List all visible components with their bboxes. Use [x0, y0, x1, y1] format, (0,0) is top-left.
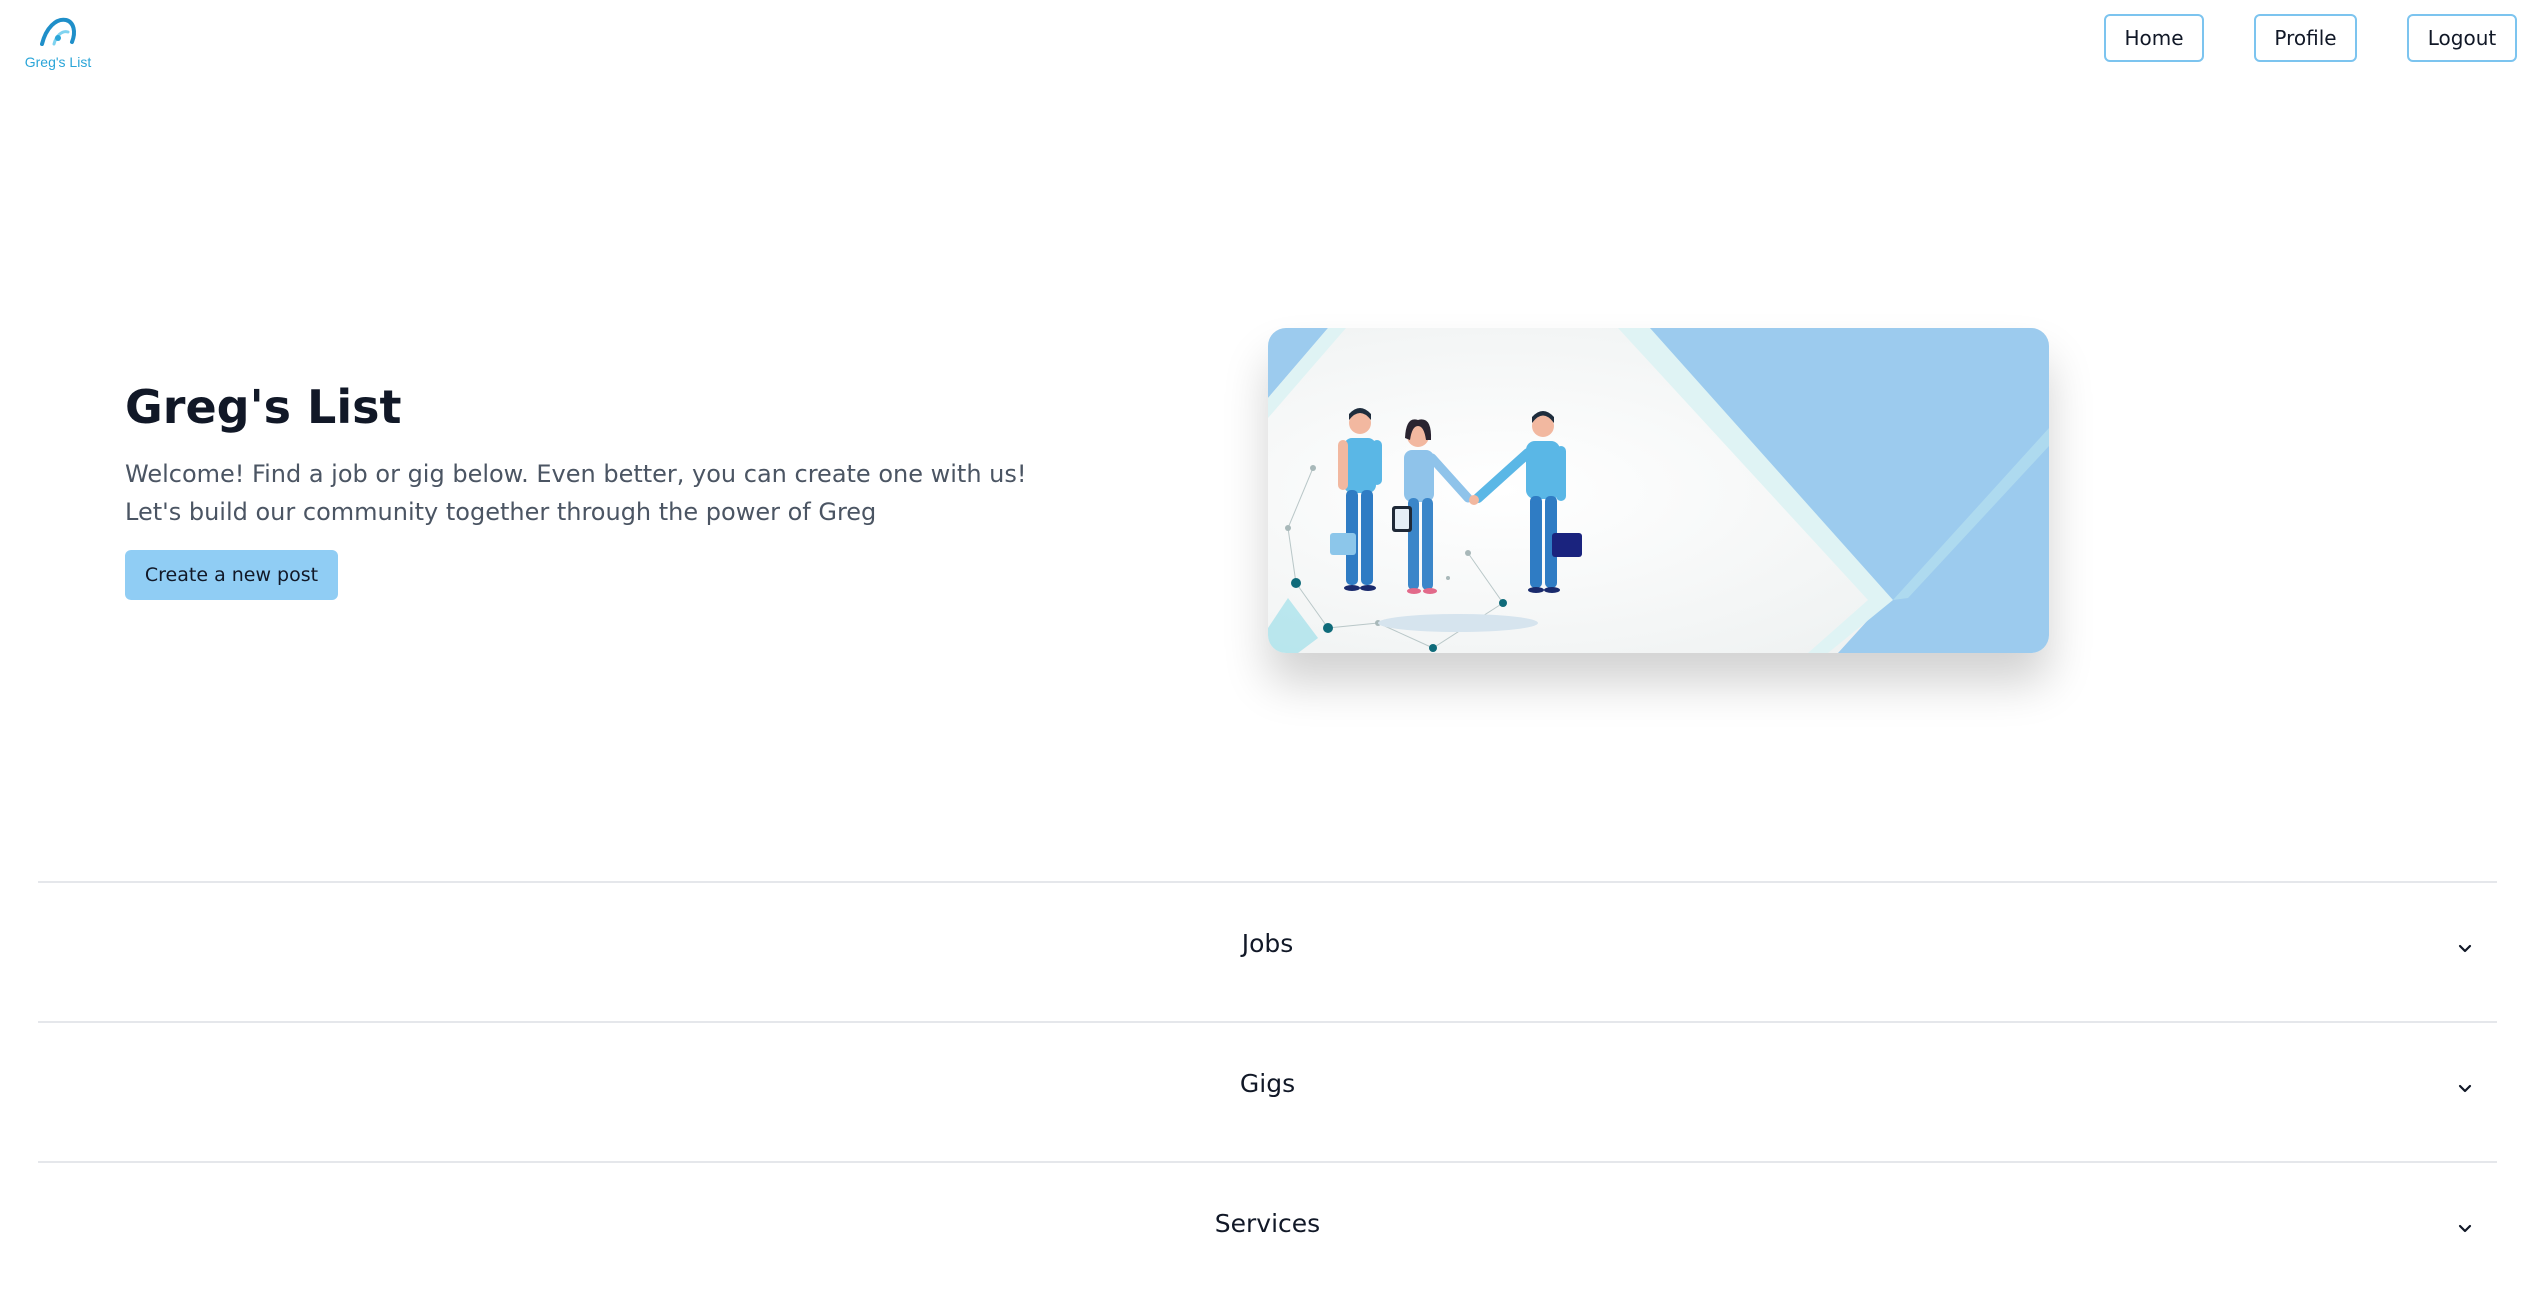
accordion-item-gigs[interactable]: Gigs: [38, 1021, 2497, 1161]
accordion-label: Services: [1214, 1209, 1321, 1238]
logo-text: Greg's List: [24, 54, 92, 70]
logout-button[interactable]: Logout: [2407, 14, 2517, 62]
people-handshake-illustration: [1268, 328, 2049, 653]
site-logo[interactable]: Greg's List: [24, 14, 92, 70]
logo-icon: [40, 17, 76, 46]
chevron-down-icon[interactable]: [2455, 939, 2475, 959]
accordion-item-jobs[interactable]: Jobs: [38, 881, 2497, 1021]
create-post-button[interactable]: Create a new post: [125, 550, 338, 600]
chevron-down-icon[interactable]: [2455, 1219, 2475, 1239]
accordion-item-services[interactable]: Services: [38, 1161, 2497, 1301]
hero-description: Welcome! Find a job or gig below. Even b…: [125, 460, 1027, 526]
profile-button[interactable]: Profile: [2254, 14, 2357, 62]
hero-illustration: [1268, 328, 2049, 653]
chevron-down-icon[interactable]: [2455, 1079, 2475, 1099]
accordion-label: Gigs: [1239, 1069, 1296, 1098]
category-accordion: Jobs Gigs Services: [38, 881, 2497, 1301]
page-title: Greg's List: [125, 380, 402, 434]
top-navbar: Greg's List Home Profile Logout: [0, 0, 2535, 80]
accordion-label: Jobs: [1241, 929, 1294, 958]
home-button[interactable]: Home: [2104, 14, 2204, 62]
